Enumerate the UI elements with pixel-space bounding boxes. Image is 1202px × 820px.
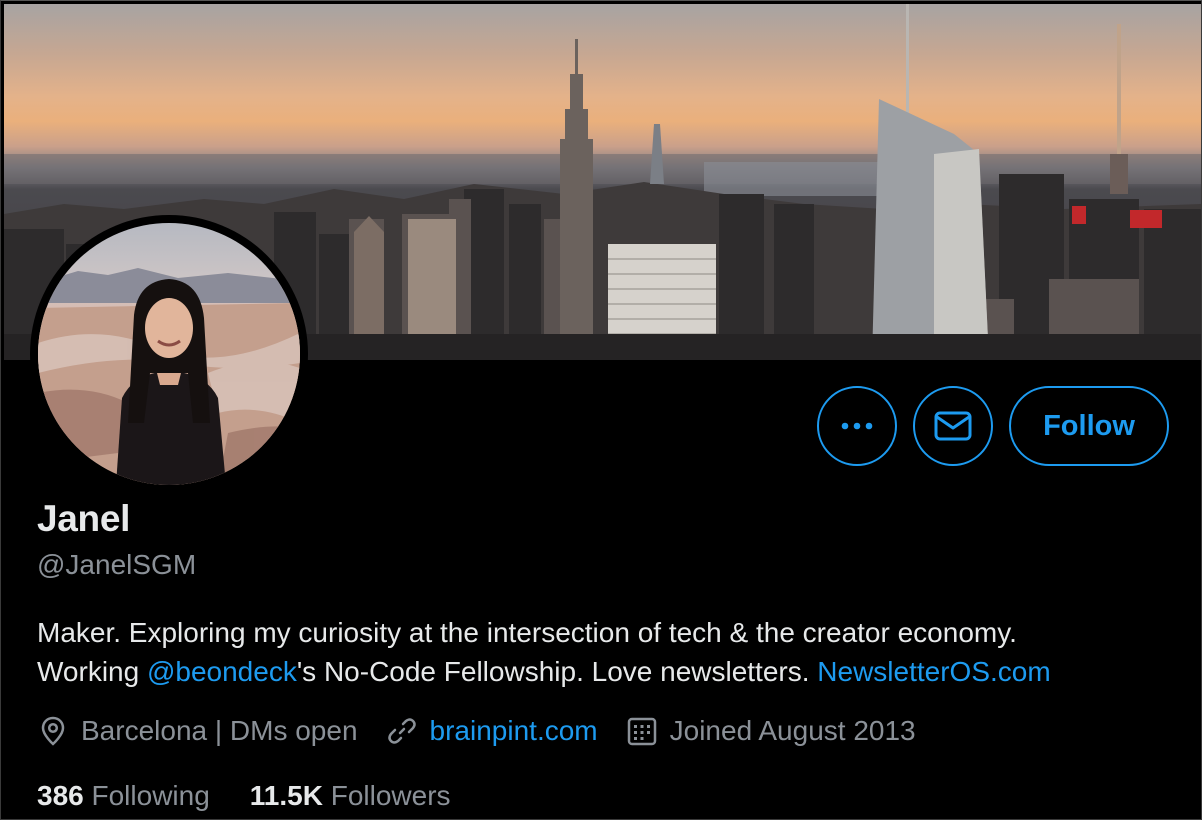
followers-count: 11.5K (249, 780, 323, 811)
profile-meta: Barcelona | DMs open brainpint.com Joine… (37, 715, 944, 747)
following-stat[interactable]: 386 Following (37, 780, 210, 812)
location-item: Barcelona | DMs open (37, 715, 358, 747)
avatar-photo (38, 223, 300, 485)
follow-button[interactable]: Follow (1009, 386, 1169, 466)
bio-line-2: Working @beondeck's No-Code Fellowship. … (37, 652, 1187, 691)
bio-website-link[interactable]: NewsletterOS.com (817, 656, 1050, 687)
more-options-button[interactable] (817, 386, 897, 466)
message-button[interactable] (913, 386, 993, 466)
joined-item: Joined August 2013 (626, 715, 916, 747)
profile-name: Janel (37, 498, 131, 539)
joined-text: Joined August 2013 (669, 715, 916, 746)
location-pin-icon (37, 715, 69, 747)
following-label: Following (91, 780, 210, 811)
mail-icon (934, 410, 972, 442)
bio-line-1: Maker. Exploring my curiosity at the int… (37, 617, 1017, 648)
calendar-icon (626, 715, 658, 747)
profile-stats: 386 Following 11.5K Followers (37, 780, 491, 812)
bio-text: Working (37, 656, 147, 687)
following-count: 386 (37, 780, 84, 811)
followers-stat[interactable]: 11.5K Followers (250, 780, 451, 812)
followers-label: Followers (330, 780, 451, 811)
more-icon (839, 421, 875, 431)
mention-link[interactable]: @beondeck (147, 656, 297, 687)
profile-bio: Maker. Exploring my curiosity at the int… (37, 613, 1187, 691)
profile-url-link[interactable]: brainpint.com (430, 715, 598, 747)
avatar[interactable] (30, 215, 308, 493)
profile-page: Follow Janel @JanelSGM Maker. Exploring … (0, 0, 1202, 820)
profile-handle: @JanelSGM (37, 549, 197, 580)
location-text: Barcelona | DMs open (81, 715, 358, 746)
url-item: brainpint.com (386, 715, 598, 747)
bio-text: 's No-Code Fellowship. Love newsletters. (296, 656, 818, 687)
link-icon (386, 715, 418, 747)
